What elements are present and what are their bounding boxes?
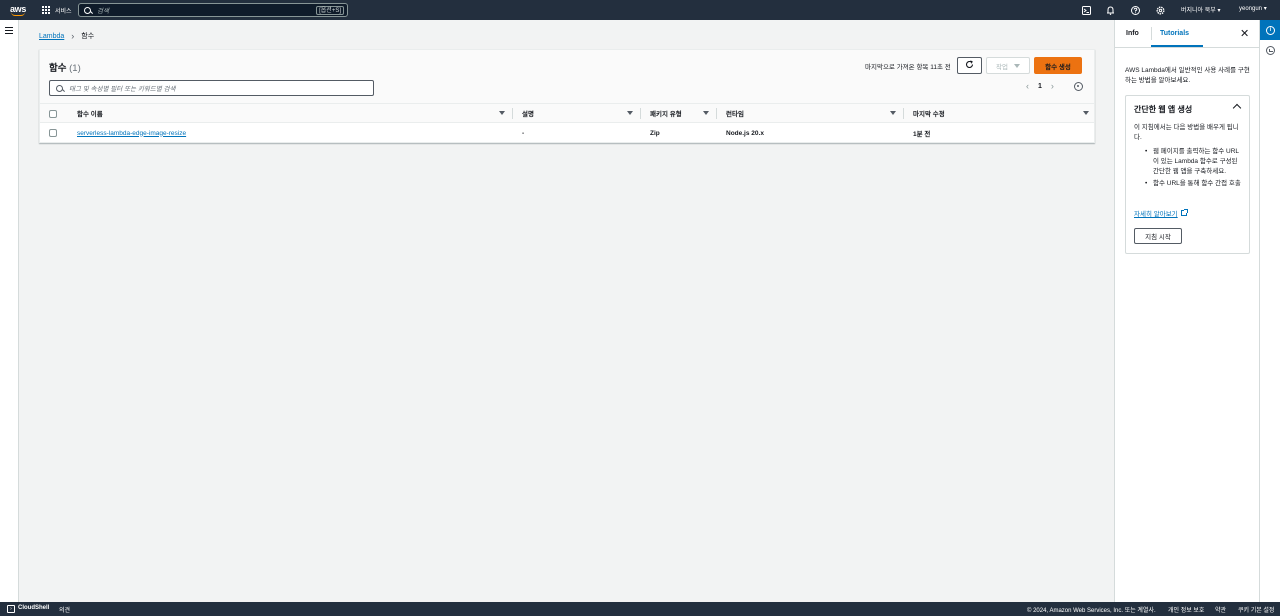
sort-caret-icon[interactable] xyxy=(499,111,505,115)
start-tutorial-button[interactable]: 지침 시작 xyxy=(1134,228,1182,244)
region-selector[interactable]: 버지니아 북부 ▾ xyxy=(1181,5,1220,14)
refresh-icon xyxy=(965,59,974,72)
help-panel: Info Tutorials ✕ AWS Lambda에서 일반적인 사용 사례… xyxy=(1114,20,1259,602)
tutorial-title[interactable]: 간단한 웹 앱 생성 xyxy=(1134,104,1192,115)
right-tools-rail: i xyxy=(1259,20,1280,602)
column-header-package-type[interactable]: 패키지 유형 xyxy=(650,104,682,122)
help-intro-text: AWS Lambda에서 일반적인 사용 사례를 구현하는 방법을 알아보세요. xyxy=(1125,67,1250,84)
bell-icon[interactable] xyxy=(1105,5,1115,15)
column-divider[interactable] xyxy=(640,108,641,119)
column-divider[interactable] xyxy=(716,108,717,119)
close-icon[interactable]: ✕ xyxy=(1240,28,1249,40)
cloudshell-icon[interactable] xyxy=(1081,5,1091,15)
footer: › CloudShell 의견 © 2024, Amazon Web Servi… xyxy=(0,602,1280,616)
tutorial-card: 간단한 웹 앱 생성 이 지침에서는 다음 방법을 배우게 됩니다. 웹 페이지… xyxy=(1125,95,1250,254)
function-name-link[interactable]: serverless-lambda-edge-image-resize xyxy=(77,123,186,143)
column-divider[interactable] xyxy=(903,108,904,119)
external-link-icon xyxy=(1180,209,1188,216)
functions-panel: 함수 (1) 마지막으로 가져온 항목 11초 전 작업 함수 생성 태그 및 … xyxy=(39,49,1095,143)
services-menu[interactable]: 서비스 xyxy=(42,6,72,15)
sort-caret-icon[interactable] xyxy=(890,111,896,115)
select-all-checkbox[interactable] xyxy=(49,110,57,118)
left-navigation-rail xyxy=(0,20,19,602)
chevron-left-icon[interactable]: ‹ xyxy=(1026,81,1029,91)
start-tutorial-label: 지침 시작 xyxy=(1145,234,1171,241)
column-header-name[interactable]: 함수 이름 xyxy=(77,104,103,122)
function-description: - xyxy=(522,129,525,137)
column-header-description[interactable]: 설명 xyxy=(522,104,534,122)
functions-count: (1) xyxy=(69,63,81,74)
function-filter-input[interactable]: 태그 및 속성별 필터 또는 키워드별 검색 xyxy=(49,80,374,96)
info-icon: i xyxy=(1266,25,1275,35)
services-label: 서비스 xyxy=(55,8,72,15)
column-header-runtime[interactable]: 런타임 xyxy=(726,104,744,122)
create-function-button[interactable]: 함수 생성 xyxy=(1034,57,1082,74)
help-tabs: Info Tutorials ✕ xyxy=(1115,20,1259,48)
tab-info[interactable]: Info xyxy=(1126,30,1139,37)
page-number[interactable]: 1 xyxy=(1038,83,1042,90)
chevron-up-icon[interactable] xyxy=(1232,103,1242,113)
functions-panel-header: 함수 (1) 마지막으로 가져온 항목 11초 전 작업 함수 생성 태그 및 … xyxy=(40,50,1094,104)
list-item: 함수 URL을 통해 함수 간접 호출 xyxy=(1143,179,1243,189)
sort-caret-icon[interactable] xyxy=(1083,111,1089,115)
column-header-last-modified[interactable]: 마지막 수정 xyxy=(913,104,945,122)
learn-more-link[interactable]: 자세히 알아보기 xyxy=(1134,208,1188,218)
caret-down-icon xyxy=(1013,63,1020,68)
cookie-preferences-link[interactable]: 쿠키 기본 설정 xyxy=(1238,605,1274,614)
function-runtime: Node.js 20.x xyxy=(726,129,764,137)
table-header: 함수 이름 설명 패키지 유형 런타임 마지막 수정 xyxy=(40,104,1094,123)
function-package-type: Zip xyxy=(650,129,660,137)
breadcrumb-current: 함수 xyxy=(81,33,95,40)
breadcrumb: Lambda › 함수 xyxy=(39,31,94,41)
learn-more-label: 자세히 알아보기 xyxy=(1134,211,1178,218)
gear-icon[interactable] xyxy=(1155,5,1165,15)
search-icon xyxy=(84,6,91,14)
menu-icon[interactable] xyxy=(5,27,13,34)
tab-tutorials[interactable]: Tutorials xyxy=(1160,30,1189,37)
feedback-link[interactable]: 의견 xyxy=(59,605,70,614)
column-divider[interactable] xyxy=(512,108,513,119)
search-shortcut-hint: [옵션+S] xyxy=(316,6,344,15)
filter-placeholder: 태그 및 속성별 필터 또는 키워드별 검색 xyxy=(69,86,176,93)
tutorial-description: 이 지침에서는 다음 방법을 배우게 됩니다. xyxy=(1134,124,1239,141)
tab-divider xyxy=(1151,27,1152,40)
refresh-button[interactable] xyxy=(957,57,982,74)
actions-label: 작업 xyxy=(996,63,1008,71)
global-search-input[interactable]: 검색 [옵션+S] xyxy=(78,3,348,17)
grid-icon xyxy=(42,6,50,14)
account-menu[interactable]: yeongun ▾ xyxy=(1239,5,1267,12)
copyright-text: © 2024, Amazon Web Services, Inc. 또는 계열사… xyxy=(1027,608,1156,614)
sort-caret-icon[interactable] xyxy=(703,111,709,115)
list-item: 웹 페이지를 출력하는 함수 URL이 있는 Lambda 함수로 구성된 간단… xyxy=(1143,147,1243,177)
help-icon[interactable] xyxy=(1130,5,1140,15)
aws-smile-icon xyxy=(11,12,25,16)
functions-title: 함수 xyxy=(49,63,67,74)
tutorial-points: 웹 페이지를 출력하는 함수 URL이 있는 Lambda 함수로 구성된 간단… xyxy=(1143,147,1243,191)
pagination: ‹ 1 › xyxy=(1026,81,1054,91)
table-row: serverless-lambda-edge-image-resize - Zi… xyxy=(40,123,1094,143)
cloudshell-link[interactable]: CloudShell xyxy=(18,605,49,611)
table-preferences-gear-icon[interactable] xyxy=(1074,82,1083,91)
actions-dropdown-button[interactable]: 작업 xyxy=(986,57,1030,74)
active-tab-indicator xyxy=(1151,45,1203,47)
cloudshell-icon[interactable]: › xyxy=(7,605,15,613)
aws-logo[interactable]: aws xyxy=(2,0,34,20)
top-navigation: aws 서비스 검색 [옵션+S] 버지니아 북부 ▾ yeongun ▾ xyxy=(0,0,1280,20)
create-function-label: 함수 생성 xyxy=(1045,63,1071,71)
search-placeholder: 검색 xyxy=(97,8,109,15)
breadcrumb-lambda-link[interactable]: Lambda xyxy=(39,33,64,40)
function-last-modified: 1분 전 xyxy=(913,131,931,138)
last-fetched-text: 마지막으로 가져온 항목 11초 전 xyxy=(865,64,951,71)
info-rail-button[interactable]: i xyxy=(1260,20,1280,40)
terms-link[interactable]: 약관 xyxy=(1215,605,1226,614)
tutorials-icon[interactable] xyxy=(1266,46,1275,55)
privacy-link[interactable]: 개인 정보 보호 xyxy=(1168,605,1204,614)
sort-caret-icon[interactable] xyxy=(627,111,633,115)
chevron-right-icon: › xyxy=(71,31,75,41)
chevron-right-icon[interactable]: › xyxy=(1051,81,1054,91)
row-select-checkbox[interactable] xyxy=(49,129,57,137)
search-icon xyxy=(56,84,63,92)
page-title: 함수 (1) xyxy=(49,60,81,74)
